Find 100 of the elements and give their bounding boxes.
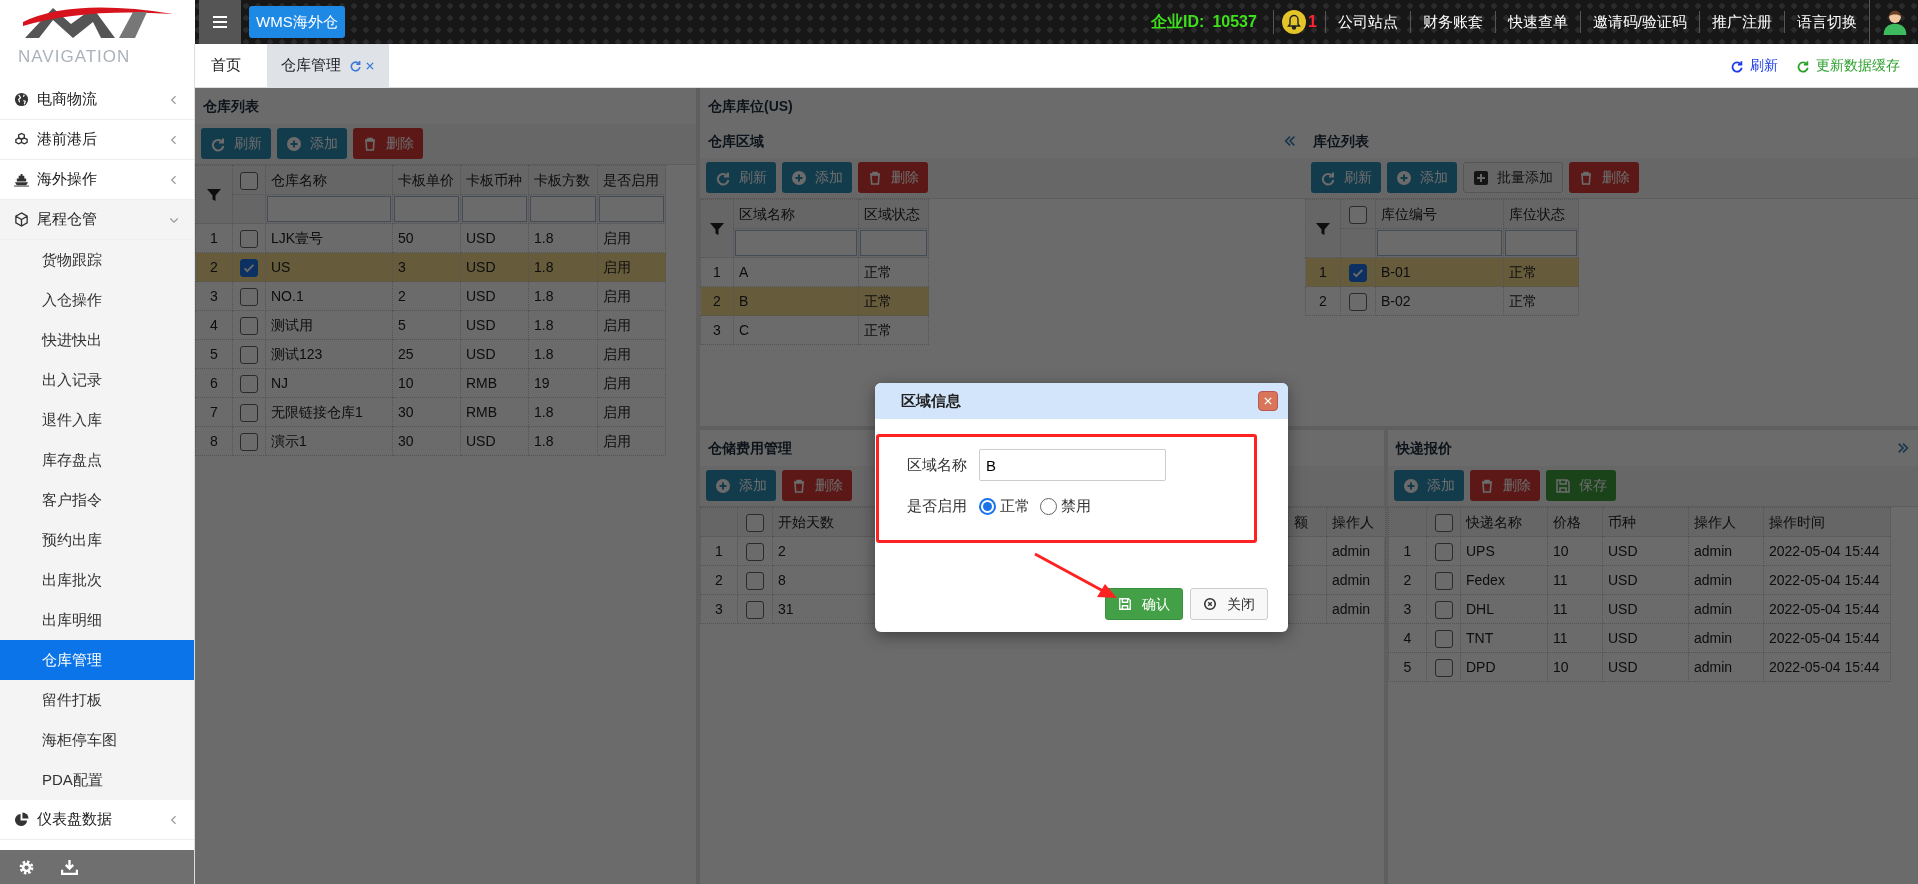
nav-subitem[interactable]: 客户指令 [0,480,194,520]
delete-button[interactable]: 删除 [782,470,852,501]
table-row[interactable]: 2 B-02 正常 [1305,286,1579,316]
filter-field[interactable] [267,196,391,222]
nav-subitem[interactable]: 退件入库 [0,400,194,440]
filter-field[interactable] [462,196,527,222]
checkbox[interactable] [1349,205,1367,224]
collapse-button[interactable] [1283,134,1297,148]
header-link[interactable]: 财务账套 [1409,10,1495,34]
checkbox[interactable] [1434,542,1453,561]
nav-subitem[interactable]: 出入记录 [0,360,194,400]
add-button[interactable]: 添加 [1394,470,1464,501]
checkbox[interactable] [240,403,258,422]
checkbox[interactable] [240,345,258,364]
radio-button[interactable] [1040,497,1057,515]
notification-button[interactable] [1281,10,1306,34]
checkbox[interactable] [1434,600,1453,619]
table-row[interactable]: 1 LJK壹号 50 USD 1.8 启用 [195,223,666,253]
refresh-link[interactable]: 刷新 [1730,55,1778,76]
checkbox[interactable] [1349,292,1367,311]
filter-field[interactable] [1505,230,1577,256]
filter-field[interactable] [599,196,664,222]
nav-subitem[interactable]: 库存盘点 [0,440,194,480]
checkbox[interactable] [1434,629,1453,648]
checkbox[interactable] [1434,571,1453,590]
nav-subitem[interactable]: PDA配置 [0,760,194,800]
header-link[interactable]: 快速查单 [1494,10,1580,34]
nav-subitem[interactable]: 出库明细 [0,600,194,640]
header-link[interactable]: 语言切换 [1784,10,1869,34]
table-cell: USD [1608,571,1638,588]
table-row[interactable]: 1 B-01 正常 [1305,257,1579,287]
batch-add-button[interactable]: 批量添加 [1463,162,1563,193]
checkbox[interactable] [746,600,764,619]
filter-field[interactable] [530,196,596,222]
input-field[interactable]: B [979,449,1166,481]
menu-icon [212,14,228,30]
table-row[interactable]: 6 NJ 10 RMB 19 启用 [195,368,666,398]
checkbox[interactable] [746,542,764,561]
filter-field[interactable] [735,230,857,256]
add-button[interactable]: 添加 [1387,162,1457,193]
header-link[interactable]: 邀请码/验证码 [1579,10,1699,34]
nav-subitem[interactable]: 快进快出 [0,320,194,360]
nav-subitem[interactable]: 仓库管理 [0,640,194,680]
nav-subitem[interactable]: 货物跟踪 [0,240,194,280]
filter-field[interactable] [1377,230,1502,256]
update-cache-link[interactable]: 更新数据缓存 [1796,55,1900,76]
add-button[interactable]: 添加 [782,162,852,193]
nav-subitem[interactable]: 留件打板 [0,680,194,720]
panel-title: 仓库区域 [708,131,765,151]
checkbox[interactable] [240,287,258,306]
table-row[interactable]: 2 US 3 USD 1.8 启用 [195,252,666,282]
checkbox[interactable] [1434,658,1453,677]
tab[interactable]: 首页 [197,43,255,88]
delete-button[interactable]: 删除 [858,162,928,193]
delete-button[interactable]: 删除 [1470,470,1540,501]
expand-button[interactable] [1896,441,1910,455]
table-row[interactable]: 8 演示1 30 USD 1.8 启用 [195,426,666,456]
checkbox[interactable] [746,571,764,590]
checkbox[interactable] [746,513,764,532]
delete-button[interactable]: 删除 [353,128,423,159]
table-row[interactable]: 5 测试123 25 USD 1.8 启用 [195,339,666,369]
tab[interactable]: 仓库管理 [267,43,389,88]
nav-subitem[interactable]: 预约出库 [0,520,194,560]
nav-item[interactable]: 电商物流 [0,80,194,120]
filter-field[interactable] [394,196,459,222]
table-cell: B-02 [1381,292,1411,309]
nav-item[interactable]: 尾程仓管 [0,200,194,240]
close-button[interactable] [1258,391,1278,411]
checkbox[interactable] [240,258,258,277]
checkbox[interactable] [1434,513,1453,532]
table-row[interactable]: 7 无限链接仓库1 30 RMB 1.8 启用 [195,397,666,427]
confirm-button[interactable]: 确认 [1105,588,1183,620]
nav-subitem[interactable]: 海柜停车图 [0,720,194,760]
menu-button[interactable] [199,0,241,44]
add-button[interactable]: 添加 [706,470,776,501]
nav-subitem[interactable]: 入仓操作 [0,280,194,320]
refresh-button[interactable]: 刷新 [706,162,776,193]
checkbox[interactable] [1349,263,1367,282]
header-link[interactable]: 推广注册 [1699,10,1784,34]
checkbox[interactable] [240,374,258,393]
table-row[interactable]: 2 B 正常 [700,286,929,316]
nav-item[interactable]: 港前港后 [0,120,194,160]
nav-subitem[interactable]: 出库批次 [0,560,194,600]
checkbox[interactable] [240,432,258,451]
add-button[interactable]: 添加 [277,128,347,159]
refresh-button[interactable]: 刷新 [1311,162,1381,193]
nav-item[interactable]: 仪表盘数据 [0,800,194,840]
header-link[interactable]: 公司站点 [1324,10,1410,34]
download-button[interactable] [61,858,78,876]
refresh-button[interactable]: 刷新 [201,128,271,159]
checkbox[interactable] [240,316,258,335]
delete-button[interactable]: 删除 [1569,162,1639,193]
table-row[interactable]: 4 测试用 5 USD 1.8 启用 [195,310,666,340]
radio-button[interactable] [979,497,996,515]
filter-field[interactable] [860,230,927,256]
table-row[interactable]: 3 NO.1 2 USD 1.8 启用 [195,281,666,311]
settings-button[interactable] [18,858,35,876]
close-button[interactable]: 关闭 [1190,588,1268,620]
checkbox[interactable] [240,229,258,248]
checkbox[interactable] [240,171,258,190]
